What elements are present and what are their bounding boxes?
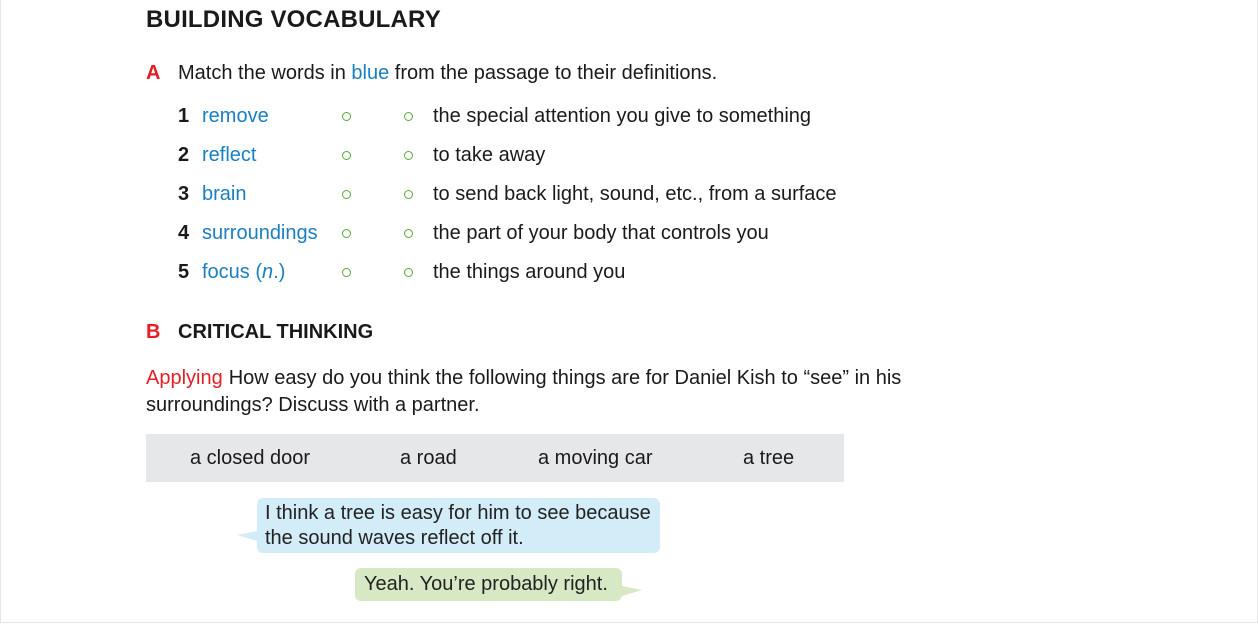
match-row: 3 brain to send back light, sound, etc.,… bbox=[178, 183, 878, 209]
word-match-dot[interactable] bbox=[342, 268, 351, 277]
definition-match-dot[interactable] bbox=[404, 151, 413, 160]
word-box-item: a moving car bbox=[538, 447, 653, 469]
speech-bubble-partner-2: Yeah. You’re probably right. bbox=[355, 568, 642, 601]
vocab-word: focus (n.) bbox=[202, 261, 286, 283]
speech-bubble-tail bbox=[237, 531, 257, 541]
word-box-item: a road bbox=[400, 447, 457, 469]
definition-match-dot[interactable] bbox=[404, 229, 413, 238]
instruction-text-end: from the passage to their definitions. bbox=[389, 62, 718, 84]
item-number: 3 bbox=[178, 183, 190, 205]
section-b-letter: B bbox=[146, 321, 161, 343]
section-b-title: CRITICAL THINKING bbox=[178, 321, 374, 343]
match-row: 5 focus (n.) the things around you bbox=[178, 261, 878, 287]
vocab-word: reflect bbox=[202, 144, 257, 166]
vocab-word: brain bbox=[202, 183, 247, 205]
definition-text: the things around you bbox=[433, 261, 626, 283]
section-a-instruction: Match the words in blue from the passage… bbox=[178, 62, 717, 85]
applying-label: Applying bbox=[146, 367, 223, 389]
speech-line: the sound waves reflect off it. bbox=[265, 527, 524, 549]
part-of-speech-marker: n bbox=[262, 261, 274, 283]
section-a-letter: A bbox=[146, 62, 161, 84]
word-match-dot[interactable] bbox=[342, 190, 351, 199]
question-text: How easy do you think the following thin… bbox=[146, 367, 902, 416]
item-number: 4 bbox=[178, 222, 190, 244]
definition-text: the part of your body that controls you bbox=[433, 222, 769, 244]
instruction-blue-word: blue bbox=[351, 62, 390, 84]
item-number: 1 bbox=[178, 105, 190, 127]
item-number: 5 bbox=[178, 261, 190, 283]
item-number: 2 bbox=[178, 144, 190, 166]
instruction-text-start: Match the words in bbox=[178, 62, 352, 84]
vocab-word: remove bbox=[202, 105, 269, 127]
speech-bubble-tail bbox=[622, 586, 642, 596]
definition-match-dot[interactable] bbox=[404, 112, 413, 121]
word-box-item: a tree bbox=[743, 447, 795, 469]
word-box: a closed door a road a moving car a tree bbox=[146, 434, 844, 482]
word-box-item: a closed door bbox=[190, 447, 311, 469]
vocab-word: surroundings bbox=[202, 222, 318, 244]
word-match-dot[interactable] bbox=[342, 151, 351, 160]
speech-line: I think a tree is easy for him to see be… bbox=[265, 502, 651, 524]
definition-text: the special attention you give to someth… bbox=[433, 105, 812, 127]
speech-line: Yeah. You’re probably right. bbox=[364, 573, 608, 595]
match-row: 2 reflect to take away bbox=[178, 144, 878, 170]
definition-text: to send back light, sound, etc., from a … bbox=[433, 183, 837, 205]
speech-bubble-partner-1: I think a tree is easy for him to see be… bbox=[237, 498, 660, 553]
definition-match-dot[interactable] bbox=[404, 190, 413, 199]
word-match-dot[interactable] bbox=[342, 112, 351, 121]
applying-question: Applying How easy do you think the follow… bbox=[146, 365, 966, 419]
section-heading: BUILDING VOCABULARY bbox=[146, 6, 441, 33]
match-row: 1 remove the special attention you give … bbox=[178, 105, 878, 131]
match-row: 4 surroundings the part of your body tha… bbox=[178, 222, 878, 248]
definition-text: to take away bbox=[433, 144, 546, 166]
word-match-dot[interactable] bbox=[342, 229, 351, 238]
definition-match-dot[interactable] bbox=[404, 268, 413, 277]
